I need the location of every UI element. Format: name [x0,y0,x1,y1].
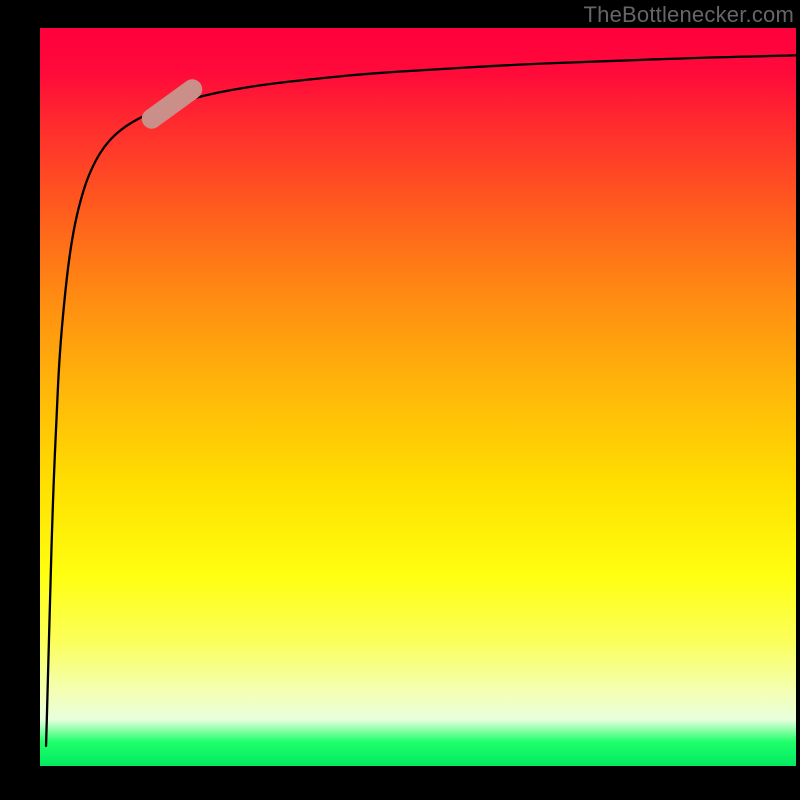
x-axis [36,766,796,770]
y-axis [36,28,40,768]
watermark-text: TheBottlenecker.com [584,2,794,28]
chart-plot-area [40,28,796,768]
